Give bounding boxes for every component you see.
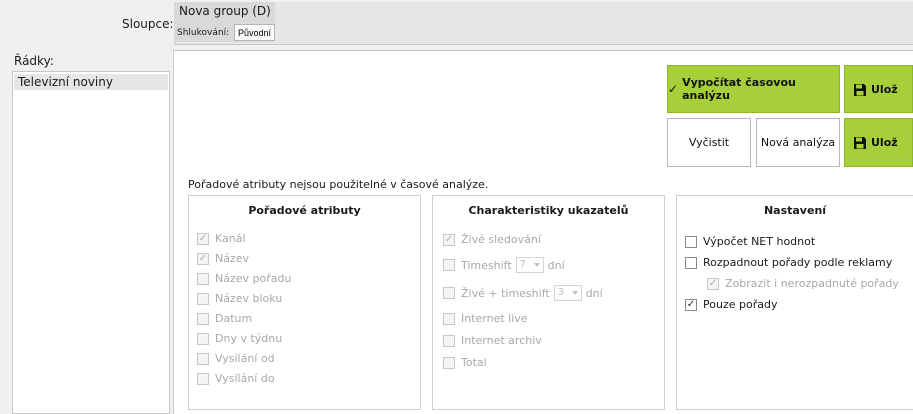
attr-label: Název bloku: [215, 292, 283, 305]
attr-checkbox-dny[interactable]: Dny v týdnu: [197, 332, 282, 345]
checkbox-icon: [197, 352, 209, 365]
attr-checkbox-vysilani-do[interactable]: Vysílání do: [197, 372, 275, 385]
attr-label: Dny v týdnu: [215, 332, 283, 345]
clear-button[interactable]: Vyčistit: [667, 118, 751, 167]
attr-checkbox-vysilani-od[interactable]: Vysílání od: [197, 352, 275, 365]
net-values-checkbox[interactable]: Výpočet NET hodnot: [685, 235, 815, 248]
settings-group: Nastavení Výpočet NET hodnot Rozpadnout …: [676, 195, 913, 410]
only-programs-label: Pouze pořady: [703, 298, 778, 311]
chevron-down-icon: [571, 291, 578, 295]
timeshift-unit: dní: [547, 258, 565, 272]
show-unsplit-label: Zobrazit i nerozpadnuté pořady: [725, 277, 899, 290]
checkbox-checked-icon: ✓: [443, 233, 455, 246]
split-programs-label: Rozpadnout pořady podle reklamy: [703, 256, 893, 269]
row-item[interactable]: Televizní noviny: [14, 74, 168, 90]
timeshift-days-select[interactable]: 7: [515, 257, 544, 273]
internet-archive-checkbox[interactable]: Internet archiv: [443, 334, 542, 347]
new-analysis-label: Nová analýza: [760, 136, 836, 149]
live-timeshift-days-select[interactable]: 3: [553, 285, 582, 301]
checkbox-icon: [443, 287, 455, 299]
live-timeshift-label: Živé + timeshift: [461, 286, 550, 300]
save-analysis-button[interactable]: Ulož: [844, 118, 913, 167]
rows-label: Řádky:: [14, 54, 54, 68]
checkbox-icon: [197, 312, 209, 325]
net-values-label: Výpočet NET hodnot: [703, 235, 816, 248]
clear-label: Vyčistit: [688, 136, 730, 149]
floppy-disk-icon: [854, 137, 866, 149]
total-checkbox[interactable]: Total: [443, 356, 487, 369]
internet-live-checkbox[interactable]: Internet live: [443, 312, 528, 325]
live-timeshift-checkbox[interactable]: Živé + timeshift 3 dní: [443, 285, 603, 301]
program-attributes-title: Pořadové atributy: [248, 204, 361, 217]
indicators-title: Charakteristiky ukazatelů: [468, 204, 629, 217]
save-label: Ulož: [871, 82, 898, 96]
check-icon: ✓: [668, 82, 679, 96]
attributes-note: Pořadové atributy nejsou použitelné v ča…: [188, 178, 489, 191]
live-timeshift-unit: dní: [585, 286, 603, 300]
checkbox-checked-icon: ✓: [685, 298, 697, 311]
indicators-group: Charakteristiky ukazatelů ✓ Živé sledován…: [432, 195, 665, 410]
attr-checkbox-nazev-poradu[interactable]: Název pořadu: [197, 272, 291, 285]
live-checkbox[interactable]: ✓ Živé sledování: [443, 233, 541, 246]
timeshift-days-value: 7: [519, 259, 527, 270]
program-attributes-group: Pořadové atributy ✓ Kanál ✓ Název Název po…: [188, 195, 421, 410]
attr-label: Vysílání od: [215, 352, 275, 365]
attr-checkbox-nazev-bloku[interactable]: Název bloku: [197, 292, 282, 305]
internet-live-label: Internet live: [461, 312, 528, 325]
live-timeshift-days-value: 3: [557, 287, 565, 298]
internet-archive-label: Internet archiv: [461, 334, 542, 347]
live-label: Živé sledování: [461, 233, 541, 246]
checkbox-icon: [685, 235, 697, 248]
attr-label: Název: [215, 252, 250, 265]
chevron-down-icon: [533, 263, 540, 267]
checkbox-icon: [685, 256, 697, 269]
save-analysis-label: Ulož: [871, 136, 898, 149]
checkbox-checked-icon: ✓: [197, 232, 209, 245]
timeshift-checkbox[interactable]: Timeshift 7 dní: [443, 257, 565, 273]
checkbox-icon: [443, 259, 455, 271]
checkbox-icon: [443, 356, 455, 369]
columns-drop-area[interactable]: [174, 2, 913, 45]
clustering-button[interactable]: Původní: [234, 24, 275, 41]
column-group-title: Nova group (D): [179, 4, 271, 18]
checkbox-icon: [197, 332, 209, 345]
attr-label: Kanál: [215, 232, 246, 245]
new-analysis-button[interactable]: Nová analýza: [756, 118, 840, 167]
attr-label: Datum: [215, 312, 253, 325]
compute-analysis-button[interactable]: ✓ Vypočítat časovou analýzu: [667, 65, 840, 113]
settings-title: Nastavení: [763, 204, 827, 217]
clustering-label: Shlukování:: [177, 28, 230, 38]
attr-checkbox-nazev[interactable]: ✓ Název: [197, 252, 249, 265]
show-unsplit-checkbox[interactable]: ✓ Zobrazit i nerozpadnuté pořady: [707, 277, 899, 290]
timeshift-label: Timeshift: [461, 258, 512, 272]
attr-checkbox-kanal[interactable]: ✓ Kanál: [197, 232, 246, 245]
rows-panel[interactable]: [12, 71, 170, 414]
split-programs-checkbox[interactable]: Rozpadnout pořady podle reklamy: [685, 256, 892, 269]
checkbox-icon: [443, 334, 455, 347]
checkbox-icon: [197, 372, 209, 385]
checkbox-icon: [443, 312, 455, 325]
checkbox-icon: [197, 272, 209, 285]
compute-label: Vypočítat časovou analýzu: [682, 76, 796, 102]
attr-label: Název pořadu: [215, 272, 292, 285]
checkbox-checked-icon: ✓: [707, 277, 719, 290]
checkbox-checked-icon: ✓: [197, 252, 209, 265]
checkbox-icon: [197, 292, 209, 305]
attr-label: Vysílání do: [215, 372, 275, 385]
save-button[interactable]: Ulož: [844, 65, 913, 113]
floppy-disk-icon: [854, 84, 866, 96]
total-label: Total: [461, 356, 487, 369]
only-programs-checkbox[interactable]: ✓ Pouze pořady: [685, 298, 777, 311]
attr-checkbox-datum[interactable]: Datum: [197, 312, 252, 325]
columns-label: Sloupce:: [122, 17, 174, 31]
